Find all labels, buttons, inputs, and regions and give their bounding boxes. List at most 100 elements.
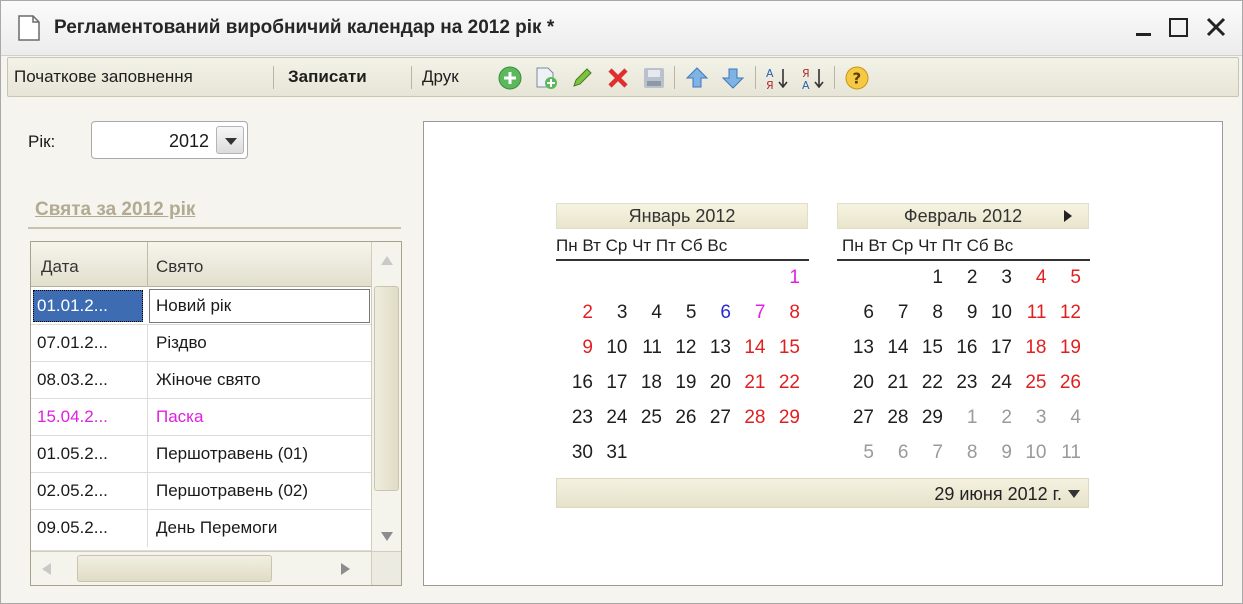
calendar-day[interactable]: 6	[885, 442, 909, 464]
chevron-down-icon[interactable]	[1068, 490, 1080, 498]
calendar-day[interactable]: 5	[673, 302, 697, 324]
copy-icon[interactable]	[534, 66, 558, 90]
next-month-icon[interactable]	[1064, 210, 1072, 222]
calendar-day[interactable]: 11	[638, 337, 662, 359]
initial-fill-button[interactable]: Початкове заповнення	[14, 58, 193, 96]
calendar-day[interactable]: 16	[954, 337, 977, 359]
calendar-day[interactable]: 3	[604, 302, 628, 324]
calendar-day[interactable]: 29	[776, 407, 800, 429]
calendar-day[interactable]: 8	[919, 302, 943, 324]
calendar-day[interactable]: 15	[776, 337, 800, 359]
calendar-day[interactable]: 5	[1057, 267, 1081, 289]
calendar-day[interactable]: 22	[776, 372, 800, 394]
calendar-day[interactable]: 6	[707, 302, 731, 324]
calendar-day[interactable]: 3	[1023, 407, 1047, 429]
calendar-day[interactable]: 7	[885, 302, 909, 324]
table-row[interactable]: 07.01.2... Різдво	[31, 325, 371, 362]
calendar-day[interactable]: 31	[604, 442, 627, 464]
add-icon[interactable]	[498, 66, 522, 90]
calendar-day[interactable]: 7	[742, 302, 766, 324]
calendar-day[interactable]: 26	[673, 407, 696, 429]
calendar-day[interactable]: 1	[776, 267, 800, 289]
calendar-day[interactable]: 30	[569, 442, 593, 464]
calendar-day[interactable]: 11	[1023, 302, 1047, 324]
calendar-day[interactable]: 16	[569, 372, 593, 394]
calendar-day[interactable]: 29	[919, 407, 943, 429]
vertical-scrollbar[interactable]	[371, 242, 401, 551]
calendar-day[interactable]: 9	[988, 442, 1012, 464]
calendar-day[interactable]: 13	[850, 337, 874, 359]
calendar-day[interactable]: 24	[604, 407, 627, 429]
calendar-day[interactable]: 17	[988, 337, 1012, 359]
calendar-day[interactable]: 1	[919, 267, 943, 289]
calendar-day[interactable]: 24	[988, 372, 1012, 394]
calendar-day[interactable]: 7	[919, 442, 943, 464]
calendar-day[interactable]: 18	[638, 372, 662, 394]
table-row[interactable]: 15.04.2... Паска	[31, 399, 371, 436]
scroll-left-icon[interactable]	[42, 563, 51, 575]
calendar-day[interactable]: 4	[638, 302, 662, 324]
calendar-day[interactable]: 20	[850, 372, 874, 394]
maximize-icon[interactable]	[1164, 12, 1194, 42]
scroll-thumb[interactable]	[374, 286, 399, 491]
year-select[interactable]: 2012	[91, 121, 248, 159]
holidays-title[interactable]: Свята за 2012 рік	[35, 199, 195, 221]
calendar-day[interactable]: 2	[569, 302, 593, 324]
calendar-day[interactable]: 14	[742, 337, 765, 359]
sort-asc-icon[interactable]: А Я	[765, 66, 789, 90]
edit-icon[interactable]	[570, 66, 594, 90]
table-row[interactable]: 02.05.2... Першотравень (02)	[31, 473, 371, 510]
calendar-day[interactable]: 10	[604, 337, 627, 359]
calendar-day[interactable]: 10	[1023, 442, 1046, 464]
calendar-day[interactable]: 2	[954, 267, 978, 289]
calendar-day[interactable]: 6	[850, 302, 874, 324]
calendar-day[interactable]: 21	[742, 372, 765, 394]
calendar-day[interactable]: 1	[954, 407, 978, 429]
calendar-day[interactable]: 9	[954, 302, 978, 324]
delete-icon[interactable]	[606, 66, 630, 90]
table-row[interactable]: 09.05.2... День Перемоги	[31, 510, 371, 551]
calendar-day[interactable]: 23	[569, 407, 593, 429]
calendar-day[interactable]: 4	[1057, 407, 1081, 429]
calendar-day[interactable]: 14	[885, 337, 908, 359]
calendar-day[interactable]: 28	[742, 407, 765, 429]
minimize-icon[interactable]	[1129, 12, 1159, 42]
column-header-name[interactable]: Свято	[156, 257, 203, 277]
calendar-day[interactable]: 9	[569, 337, 593, 359]
calendar-day[interactable]: 20	[707, 372, 731, 394]
table-row[interactable]: 08.03.2... Жіноче свято	[31, 362, 371, 399]
print-button[interactable]: Друк	[422, 58, 459, 96]
calendar-day[interactable]: 23	[954, 372, 977, 394]
calendar-day[interactable]: 27	[707, 407, 731, 429]
calendar-day[interactable]: 26	[1057, 372, 1081, 394]
calendar-day[interactable]: 15	[919, 337, 943, 359]
sort-desc-icon[interactable]: Я А	[801, 66, 825, 90]
calendar-day[interactable]: 12	[673, 337, 696, 359]
move-down-icon[interactable]	[721, 66, 745, 90]
calendar-day[interactable]: 8	[776, 302, 800, 324]
calendar-day[interactable]: 5	[850, 442, 874, 464]
calendar-day[interactable]: 13	[707, 337, 731, 359]
calendar-day[interactable]: 12	[1057, 302, 1081, 324]
calendar-day[interactable]: 10	[988, 302, 1012, 324]
calendar-day[interactable]: 11	[1057, 442, 1081, 464]
post-icon[interactable]	[642, 66, 666, 90]
table-row[interactable]: 01.05.2... Першотравень (01)	[31, 436, 371, 473]
calendar-day[interactable]: 19	[1057, 337, 1081, 359]
calendar-day[interactable]: 2	[988, 407, 1012, 429]
table-row[interactable]: 01.01.2... Новий рік	[31, 288, 371, 325]
calendar-day[interactable]: 4	[1023, 267, 1047, 289]
scroll-thumb[interactable]	[77, 555, 272, 582]
calendar-day[interactable]: 25	[638, 407, 662, 429]
chevron-down-icon[interactable]	[216, 126, 244, 154]
horizontal-scrollbar[interactable]	[31, 551, 371, 585]
scroll-up-icon[interactable]	[381, 256, 393, 265]
calendar-day[interactable]: 17	[604, 372, 627, 394]
calendar-day[interactable]: 25	[1023, 372, 1046, 394]
save-button[interactable]: Записати	[288, 58, 367, 96]
calendar-day[interactable]: 22	[919, 372, 943, 394]
calendar-day[interactable]: 18	[1023, 337, 1046, 359]
close-icon[interactable]	[1201, 12, 1231, 42]
scroll-down-icon[interactable]	[381, 532, 393, 541]
move-up-icon[interactable]	[685, 66, 709, 90]
